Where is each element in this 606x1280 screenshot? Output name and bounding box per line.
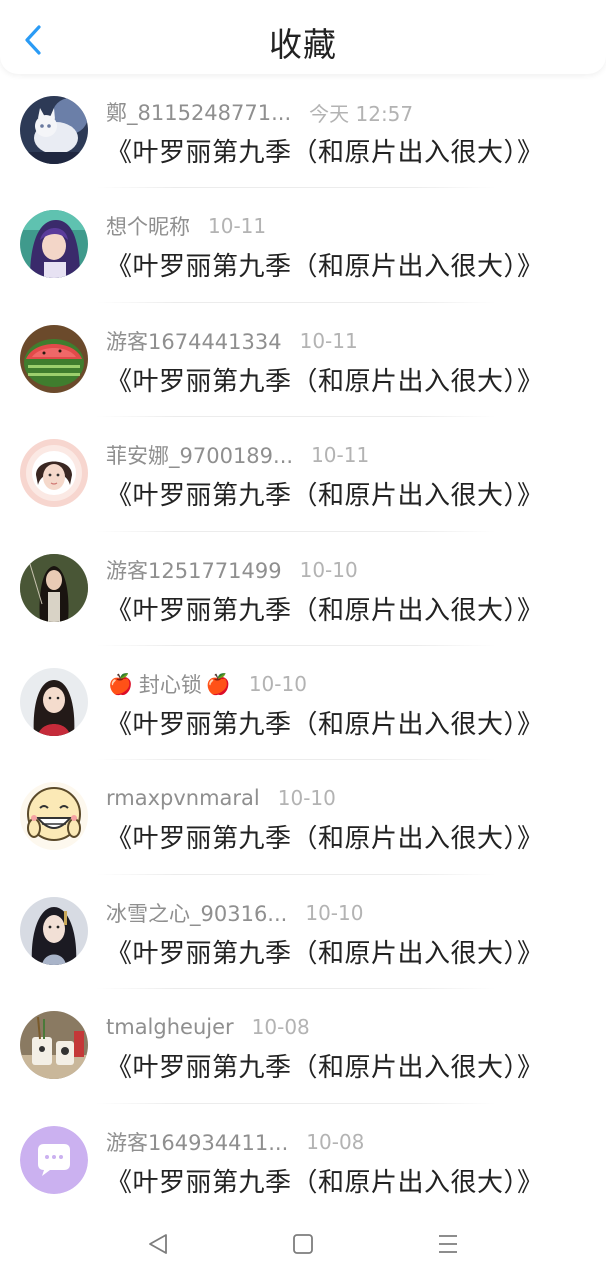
apple-emoji-suffix: 🍎 <box>205 671 231 696</box>
work-title[interactable]: 《叶罗丽第九季（和原片出入很大）》 <box>106 361 544 398</box>
page-title: 收藏 <box>269 25 337 64</box>
timestamp: 10-11 <box>208 214 267 239</box>
list-item[interactable]: 想个昵称 10-11 《叶罗丽第九季（和原片出入很大）》 <box>0 188 606 303</box>
avatar[interactable] <box>20 667 88 736</box>
username: 想个昵称 <box>106 215 190 240</box>
avatar[interactable] <box>20 210 88 279</box>
timestamp: 10-10 <box>248 671 307 696</box>
avatar[interactable] <box>20 782 88 851</box>
username: 菲安娜_9700189... <box>106 444 294 469</box>
username: 封心锁 <box>138 672 202 697</box>
top-bar: 收藏 <box>0 0 606 74</box>
username: 冰雪之心_90316... <box>106 901 288 926</box>
list-item[interactable]: 游客1251771499 10-10 《叶罗丽第九季（和原片出入很大）》 <box>0 532 606 646</box>
list-item[interactable]: 游客1674441334 10-11 《叶罗丽第九季（和原片出入很大）》 <box>0 303 606 418</box>
list-item[interactable]: rmaxpvnmaral 10-10 《叶罗丽第九季（和原片出入很大）》 <box>0 760 606 875</box>
work-title[interactable]: 《叶罗丽第九季（和原片出入很大）》 <box>106 704 544 741</box>
timestamp: 10-08 <box>251 1015 310 1040</box>
timestamp: 10-08 <box>306 1129 365 1154</box>
nav-home-button[interactable] <box>283 1228 323 1260</box>
work-title[interactable]: 《叶罗丽第九季（和原片出入很大）》 <box>106 475 544 512</box>
list-item[interactable]: tmalgheujer 10-08 《叶罗丽第九季（和原片出入很大）》 <box>0 989 606 1104</box>
avatar[interactable] <box>20 1011 88 1080</box>
avatar[interactable] <box>20 324 88 393</box>
square-home-icon <box>293 1234 313 1254</box>
nav-menu-button[interactable] <box>428 1228 468 1260</box>
work-title[interactable]: 《叶罗丽第九季（和原片出入很大）》 <box>106 246 544 283</box>
system-nav-bar <box>0 1208 606 1280</box>
avatar[interactable] <box>20 96 88 164</box>
work-title[interactable]: 《叶罗丽第九季（和原片出入很大）》 <box>106 590 544 627</box>
list-item[interactable]: 游客164934411... 10-08 《叶罗丽第九季（和原片出入很大）》 <box>0 1104 606 1218</box>
username: rmaxpvnmaral <box>106 786 260 811</box>
triangle-back-icon <box>149 1234 167 1254</box>
timestamp: 10-10 <box>305 900 364 925</box>
timestamp: 今天 12:57 <box>309 101 414 126</box>
avatar[interactable] <box>20 439 88 508</box>
username: 鄭_8115248771... <box>106 101 292 125</box>
username: 游客1674441334 <box>106 329 282 354</box>
work-title[interactable]: 《叶罗丽第九季（和原片出入很大）》 <box>106 933 544 970</box>
avatar[interactable] <box>20 896 88 965</box>
timestamp: 10-11 <box>311 443 370 468</box>
work-title[interactable]: 《叶罗丽第九季（和原片出入很大）》 <box>106 1162 544 1199</box>
list-item[interactable]: 菲安娜_9700189... 10-11 《叶罗丽第九季（和原片出入很大）》 <box>0 417 606 532</box>
timestamp: 10-10 <box>277 786 336 811</box>
username: 游客1251771499 <box>106 558 282 583</box>
username: 游客164934411... <box>106 1130 289 1155</box>
apple-emoji-prefix: 🍎 <box>108 671 133 696</box>
avatar[interactable] <box>20 553 88 622</box>
menu-lines-icon <box>439 1235 457 1253</box>
timestamp: 10-10 <box>299 557 358 582</box>
list-item[interactable]: 🍎 封心锁 🍎 10-10 《叶罗丽第九季（和原片出入很大）》 <box>0 646 606 761</box>
list-item[interactable]: 冰雪之心_90316... 10-10 《叶罗丽第九季（和原片出入很大）》 <box>0 875 606 990</box>
work-title[interactable]: 《叶罗丽第九季（和原片出入很大）》 <box>106 132 544 169</box>
nav-back-button[interactable] <box>138 1228 178 1260</box>
list-item[interactable]: 鄭_8115248771... 今天 12:57 《叶罗丽第九季（和原片出入很大… <box>0 74 606 189</box>
avatar[interactable] <box>20 1125 88 1194</box>
work-title[interactable]: 《叶罗丽第九季（和原片出入很大）》 <box>106 1047 544 1084</box>
username: tmalgheujer <box>106 1015 234 1040</box>
favorites-list: 鄭_8115248771... 今天 12:57 《叶罗丽第九季（和原片出入很大… <box>0 74 606 1218</box>
work-title[interactable]: 《叶罗丽第九季（和原片出入很大）》 <box>106 818 544 855</box>
timestamp: 10-11 <box>299 328 358 353</box>
